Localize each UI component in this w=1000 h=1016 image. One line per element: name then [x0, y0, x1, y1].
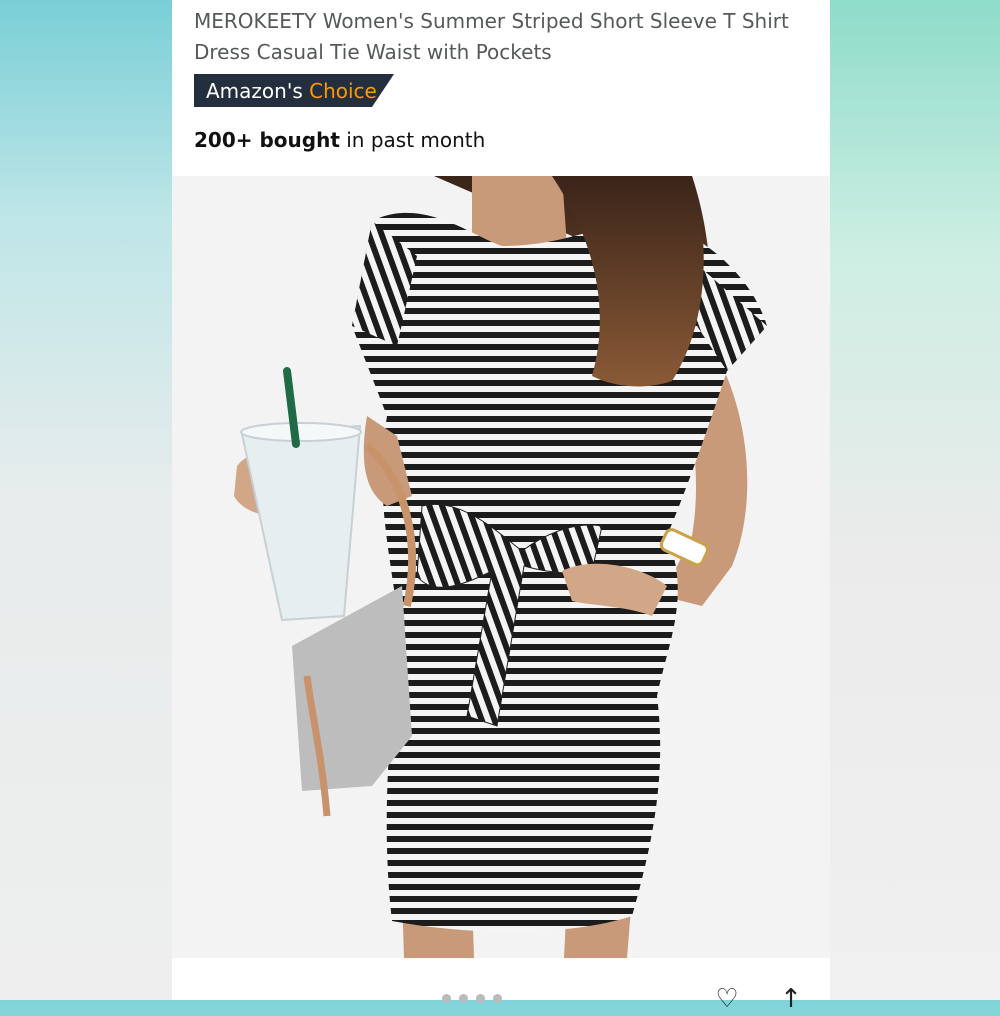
carousel-dot[interactable]: [459, 994, 468, 1003]
badge-highlight: Choice: [309, 79, 377, 103]
product-title[interactable]: MEROKEETY Women's Summer Striped Short S…: [194, 6, 814, 68]
bought-suffix: in past month: [346, 128, 486, 152]
carousel-dot[interactable]: [476, 994, 485, 1003]
cup-lid-shape: [240, 422, 362, 442]
product-photo-illustration: [234, 176, 767, 958]
iced-cup-shape: [240, 424, 362, 622]
background-left: [0, 0, 172, 1000]
badge-prefix: Amazon's: [206, 79, 303, 103]
product-image[interactable]: [172, 176, 830, 958]
amazons-choice-badge[interactable]: Amazon's Choice: [194, 74, 394, 107]
heart-icon[interactable]: ♡: [712, 986, 742, 1016]
share-icon[interactable]: ↑: [776, 986, 806, 1016]
badge-label: Amazon's Choice: [206, 79, 377, 103]
carousel-dots[interactable]: [442, 994, 502, 1003]
bought-in-past-month: 200+ bought in past month: [194, 128, 485, 152]
background-right: [830, 0, 1000, 1000]
product-card: MEROKEETY Women's Summer Striped Short S…: [172, 0, 830, 1012]
bought-count: 200+ bought: [194, 128, 340, 152]
carousel-dot[interactable]: [493, 994, 502, 1003]
carousel-dot[interactable]: [442, 994, 451, 1003]
image-bottom-bar: ♡ ↑: [172, 958, 830, 1012]
